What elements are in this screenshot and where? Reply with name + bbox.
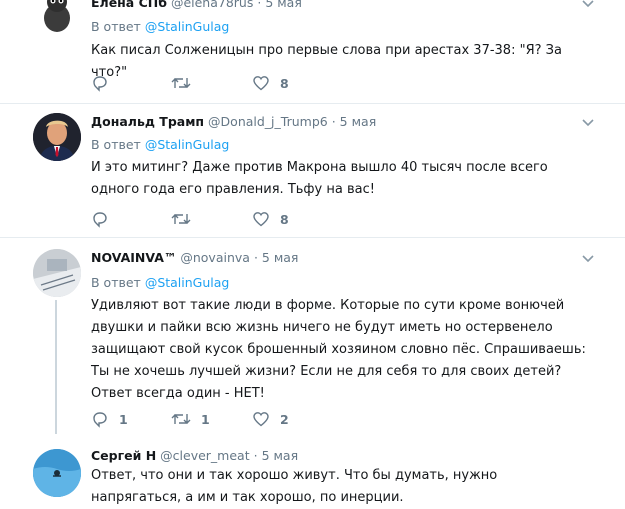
tweet-header: Дональд Трамп @Donald_j_Trump6 · 5 мая xyxy=(91,114,376,129)
chevron-down-icon[interactable] xyxy=(581,251,595,265)
avatar[interactable] xyxy=(33,113,81,161)
retweet-icon xyxy=(171,214,191,224)
tweet-text: И это митинг? Даже против Макрона вышло … xyxy=(91,160,548,197)
like-button[interactable]: 2 xyxy=(252,409,289,429)
author-name[interactable]: Елена СПб xyxy=(91,0,167,10)
tweet-text: Как писал Солженицын про первые слова пр… xyxy=(91,43,562,80)
author-name[interactable]: NOVAINVA™ xyxy=(91,250,176,265)
reply-button[interactable]: 1 xyxy=(91,409,128,429)
tweet-header: Елена СПб @elena78rus · 5 мая xyxy=(91,0,302,10)
reply-icon xyxy=(93,412,107,428)
like-icon xyxy=(253,76,269,91)
tweet-date[interactable]: 5 мая xyxy=(262,250,299,265)
separator: · xyxy=(257,0,262,10)
thread-line xyxy=(55,300,57,434)
tweet-date[interactable]: 5 мая xyxy=(265,0,302,10)
retweet-count: 1 xyxy=(201,411,210,427)
tweet-sergey[interactable]: Сергей Н @clever_meat · 5 мая Ответ, что… xyxy=(0,438,625,505)
reply-prefix: В ответ xyxy=(91,275,141,290)
like-count: 2 xyxy=(280,411,289,427)
like-icon xyxy=(253,412,269,427)
avatar[interactable] xyxy=(33,249,81,297)
separator: · xyxy=(253,250,258,265)
avatar[interactable] xyxy=(33,449,81,497)
avatar[interactable] xyxy=(33,0,81,36)
reply-icon xyxy=(93,76,107,92)
author-handle[interactable]: @clever_meat xyxy=(160,448,249,463)
author-handle[interactable]: @elena78rus xyxy=(171,0,253,10)
tweet-header: NOVAINVA™ @novainva · 5 мая xyxy=(91,250,298,265)
tweet-text: Ответ, что они и так хорошо живут. Что б… xyxy=(91,468,498,505)
reply-count: 1 xyxy=(119,411,128,427)
reply-button[interactable] xyxy=(91,73,109,93)
reply-context: В ответ @StalinGulag xyxy=(91,19,229,34)
separator: · xyxy=(253,448,258,463)
reply-prefix: В ответ xyxy=(91,137,141,152)
reply-to-link[interactable]: @StalinGulag xyxy=(145,137,230,152)
reply-context: В ответ @StalinGulag xyxy=(91,137,229,152)
tweet-novainva[interactable]: NOVAINVA™ @novainva · 5 мая В ответ @Sta… xyxy=(0,238,625,438)
tweet-text: Удивляют вот такие люди в форме. Которые… xyxy=(91,298,586,401)
tweet-elena[interactable]: Елена СПб @elena78rus · 5 мая В ответ @S… xyxy=(0,0,625,103)
author-name[interactable]: Сергей Н xyxy=(91,448,156,463)
reply-context: В ответ @StalinGulag xyxy=(91,275,229,290)
tweet-date[interactable]: 5 мая xyxy=(262,448,299,463)
author-name[interactable]: Дональд Трамп xyxy=(91,114,204,129)
tweet-trump[interactable]: Дональд Трамп @Donald_j_Trump6 · 5 мая В… xyxy=(0,104,625,237)
like-count: 8 xyxy=(280,211,289,227)
chevron-down-icon[interactable] xyxy=(581,0,595,10)
author-handle[interactable]: @novainva xyxy=(180,250,250,265)
separator: · xyxy=(331,114,336,129)
reply-to-link[interactable]: @StalinGulag xyxy=(145,275,230,290)
like-icon xyxy=(253,212,269,227)
retweet-button[interactable]: 1 xyxy=(171,409,210,429)
retweet-icon xyxy=(171,414,191,424)
retweet-icon xyxy=(171,78,191,88)
reply-prefix: В ответ xyxy=(91,19,141,34)
tweet-date[interactable]: 5 мая xyxy=(340,114,377,129)
chevron-down-icon[interactable] xyxy=(581,115,595,129)
reply-icon xyxy=(93,212,107,228)
author-handle[interactable]: @Donald_j_Trump6 xyxy=(208,114,328,129)
tweet-header: Сергей Н @clever_meat · 5 мая xyxy=(91,448,298,463)
reply-to-link[interactable]: @StalinGulag xyxy=(145,19,230,34)
retweet-button[interactable] xyxy=(171,73,191,93)
reply-button[interactable] xyxy=(91,209,109,229)
like-button[interactable]: 8 xyxy=(252,73,289,93)
like-button[interactable]: 8 xyxy=(252,209,289,229)
retweet-button[interactable] xyxy=(171,209,191,229)
like-count: 8 xyxy=(280,75,289,91)
